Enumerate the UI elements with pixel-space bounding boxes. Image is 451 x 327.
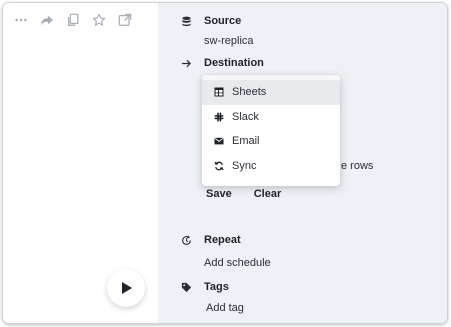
option-label: Sheets bbox=[232, 86, 267, 99]
table-icon bbox=[213, 86, 225, 98]
clear-button[interactable]: Clear bbox=[254, 188, 282, 200]
left-panel bbox=[3, 3, 158, 323]
open-external-icon[interactable] bbox=[117, 12, 133, 28]
tags-section: Tags bbox=[179, 281, 229, 293]
repeat-heading: Repeat bbox=[204, 234, 241, 246]
add-tag-link[interactable]: Add tag bbox=[206, 302, 244, 314]
option-label: Sync bbox=[232, 159, 257, 172]
destination-dropdown[interactable]: Sheets Slack Email Sync bbox=[202, 75, 340, 186]
option-label: Slack bbox=[232, 110, 259, 123]
play-icon bbox=[122, 282, 132, 294]
run-button[interactable] bbox=[107, 269, 145, 307]
add-schedule-link[interactable]: Add schedule bbox=[204, 257, 271, 269]
envelope-icon bbox=[213, 135, 225, 147]
option-email[interactable]: Email bbox=[202, 129, 340, 154]
option-sync[interactable]: Sync bbox=[202, 154, 340, 179]
action-buttons: Save Clear bbox=[206, 188, 281, 200]
slack-icon bbox=[213, 111, 225, 123]
destination-heading: Destination bbox=[204, 57, 264, 69]
arrow-right-icon bbox=[179, 56, 193, 70]
clock-icon bbox=[179, 233, 193, 247]
repeat-section: Repeat bbox=[179, 234, 241, 246]
app-window: Source sw-replica Destination e rows She… bbox=[2, 2, 448, 324]
destination-section: Destination bbox=[179, 57, 264, 69]
save-button[interactable]: Save bbox=[206, 188, 232, 200]
source-section: Source bbox=[179, 15, 241, 27]
source-heading: Source bbox=[204, 15, 242, 27]
database-icon bbox=[179, 14, 193, 28]
source-value[interactable]: sw-replica bbox=[204, 35, 254, 47]
sync-icon bbox=[213, 160, 225, 172]
tag-icon bbox=[179, 280, 193, 294]
toolbar bbox=[13, 12, 133, 28]
share-icon[interactable] bbox=[39, 12, 55, 28]
option-slack[interactable]: Slack bbox=[202, 105, 340, 130]
destination-partial-text: e rows bbox=[341, 160, 374, 172]
more-icon[interactable] bbox=[13, 12, 29, 28]
tags-heading: Tags bbox=[204, 281, 229, 293]
option-label: Email bbox=[232, 135, 260, 148]
star-icon[interactable] bbox=[91, 12, 107, 28]
option-sheets[interactable]: Sheets bbox=[202, 80, 340, 105]
copy-icon[interactable] bbox=[65, 12, 81, 28]
